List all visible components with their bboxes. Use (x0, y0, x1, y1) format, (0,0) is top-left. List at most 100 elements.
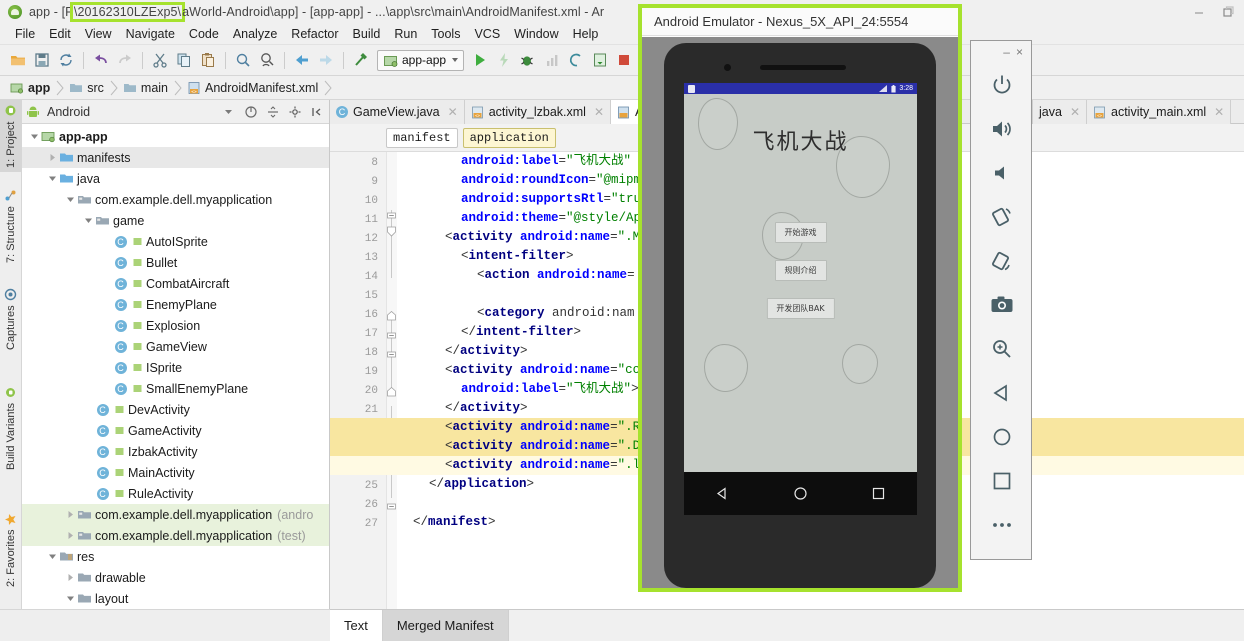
menu-window[interactable]: Window (507, 25, 565, 43)
code-line[interactable]: <intent-filter> (397, 247, 574, 266)
close-icon[interactable]: ✕ (448, 105, 458, 119)
power-icon[interactable] (971, 63, 1033, 107)
code-folding-column[interactable] (387, 152, 397, 614)
sync-icon[interactable] (54, 48, 78, 72)
code-line[interactable]: <activity android:name="com. (397, 361, 655, 380)
tree-node[interactable]: C GameActivity (22, 420, 329, 441)
close-icon[interactable]: ✕ (1214, 105, 1224, 119)
start-game-button[interactable]: 开始游戏 (774, 222, 827, 243)
chevron-down-icon[interactable] (46, 168, 58, 189)
minimize-button[interactable] (1184, 0, 1214, 24)
chevron-down-icon[interactable] (64, 189, 76, 210)
find-icon[interactable] (231, 48, 255, 72)
bottom-tab-merged-manifest[interactable]: Merged Manifest (382, 610, 509, 641)
sidebar-item-favorites[interactable]: 2: Favorites (0, 500, 22, 600)
volume-up-icon[interactable] (971, 107, 1033, 151)
find-in-path-icon[interactable] (255, 48, 279, 72)
chevron-down-icon[interactable] (220, 103, 237, 120)
minimize-icon[interactable]: – (1003, 46, 1010, 58)
tree-node[interactable]: C SmallEnemyPlane (22, 378, 329, 399)
stop-icon[interactable] (612, 48, 636, 72)
open-folder-icon[interactable] (6, 48, 30, 72)
chevron-down-icon[interactable] (28, 126, 40, 147)
menu-run[interactable]: Run (387, 25, 424, 43)
run-configuration-selector[interactable]: app-app (377, 49, 465, 71)
code-line[interactable]: </intent-filter> (397, 323, 581, 342)
tree-node[interactable]: com.example.dell.myapplication (andro (22, 504, 329, 525)
tree-node[interactable]: C IzbakActivity (22, 441, 329, 462)
code-line[interactable]: <activity android:name=".lzb (397, 456, 655, 475)
code-line[interactable]: </application> (397, 475, 534, 494)
save-all-icon[interactable] (30, 48, 54, 72)
tree-node[interactable]: C ISprite (22, 357, 329, 378)
chevron-right-icon[interactable] (64, 525, 76, 546)
collapse-all-icon[interactable] (242, 103, 259, 120)
dev-team-button[interactable]: 开发团队BAK (766, 298, 835, 319)
overview-icon[interactable] (971, 459, 1033, 503)
menu-tools[interactable]: Tools (424, 25, 467, 43)
code-line[interactable]: <activity android:name=".Rul (397, 418, 655, 437)
back-icon[interactable] (971, 371, 1033, 415)
breadcrumb-item-manifest[interactable]: <> AndroidManifest.xml (183, 78, 324, 98)
menu-build[interactable]: Build (346, 25, 388, 43)
close-icon[interactable]: × (1016, 46, 1023, 58)
code-line[interactable]: android:theme="@style/AppThe (397, 209, 671, 228)
code-line[interactable]: </activity> (397, 342, 528, 361)
tree-node[interactable]: res (22, 546, 329, 567)
screenshot-camera-icon[interactable] (971, 283, 1033, 327)
copy-icon[interactable] (172, 48, 196, 72)
tree-node[interactable]: app-app (22, 126, 329, 147)
menu-analyze[interactable]: Analyze (226, 25, 284, 43)
tab-gameview-java[interactable]: C GameView.java ✕ (330, 100, 465, 124)
breadcrumb-item-main[interactable]: main (119, 78, 174, 98)
sidebar-item-structure[interactable]: 7: Structure (0, 182, 22, 270)
breadcrumb-item-app[interactable]: app (6, 78, 56, 98)
hide-panel-icon[interactable] (308, 103, 325, 120)
chevron-down-icon[interactable] (46, 546, 58, 567)
tab-activity-main-xml[interactable]: <> activity_main.xml ✕ (1087, 100, 1232, 124)
tree-node[interactable]: C AutoISprite (22, 231, 329, 252)
device-screen[interactable]: 3:28 飞机大战 开始游戏 规则介绍 开发团队BAK (684, 83, 917, 515)
settings-gear-icon[interactable] (286, 103, 303, 120)
menu-refactor[interactable]: Refactor (284, 25, 345, 43)
home-circle-icon[interactable] (793, 486, 808, 501)
code-line[interactable]: android:label="飞机大战"> (397, 380, 639, 399)
menu-view[interactable]: View (78, 25, 119, 43)
code-line[interactable]: android:supportsRtl="true" (397, 190, 656, 209)
code-line[interactable]: <action android:name= (397, 266, 635, 285)
rotate-right-icon[interactable] (971, 239, 1033, 283)
home-icon[interactable] (971, 415, 1033, 459)
back-icon[interactable] (290, 48, 314, 72)
paste-icon[interactable] (196, 48, 220, 72)
close-icon[interactable]: ✕ (1070, 105, 1080, 119)
tree-node[interactable]: C DevActivity (22, 399, 329, 420)
sidebar-item-project[interactable]: 1: Project (0, 100, 22, 172)
tree-node[interactable]: com.example.dell.myapplication (test) (22, 525, 329, 546)
bottom-tab-text[interactable]: Text (330, 610, 383, 641)
rules-button[interactable]: 规则介绍 (774, 260, 827, 281)
menu-navigate[interactable]: Navigate (119, 25, 182, 43)
restore-button[interactable] (1214, 0, 1244, 24)
tree-node[interactable]: java (22, 168, 329, 189)
run-icon[interactable] (468, 48, 492, 72)
breadcrumb-item-src[interactable]: src (65, 78, 110, 98)
tree-node[interactable]: game (22, 210, 329, 231)
chevron-down-icon[interactable] (82, 210, 94, 231)
chevron-right-icon[interactable] (46, 147, 58, 168)
menu-help[interactable]: Help (566, 25, 606, 43)
attach-debugger-icon[interactable] (564, 48, 588, 72)
tree-node[interactable]: C CombatAircraft (22, 273, 329, 294)
code-line[interactable]: <activity android:name=".Mai (397, 228, 655, 247)
code-line[interactable]: <activity android:name=".Dev (397, 437, 655, 456)
tree-node[interactable]: C GameView (22, 336, 329, 357)
rotate-left-icon[interactable] (971, 195, 1033, 239)
undo-icon[interactable] (89, 48, 113, 72)
menu-edit[interactable]: Edit (42, 25, 78, 43)
close-icon[interactable]: ✕ (594, 105, 604, 119)
menu-code[interactable]: Code (182, 25, 226, 43)
sidebar-item-build-variants[interactable]: Build Variants (0, 370, 22, 486)
tree-node[interactable]: C RuleActivity (22, 483, 329, 504)
chevron-right-icon[interactable] (64, 567, 76, 588)
menu-file[interactable]: File (8, 25, 42, 43)
tree-node[interactable]: C EnemyPlane (22, 294, 329, 315)
